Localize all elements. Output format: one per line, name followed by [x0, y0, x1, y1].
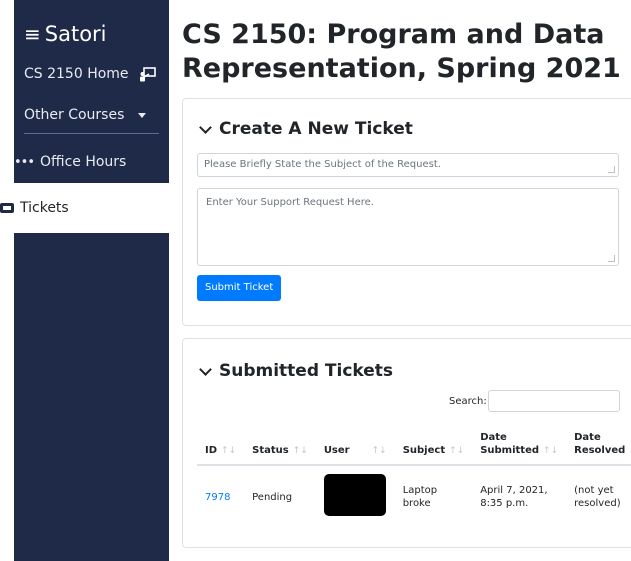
column-header-date-resolved[interactable]: Date Resolved↑↓: [566, 427, 631, 466]
tickets-table: ID ↑↓ Status ↑↓ User ↑↓ Subject ↑↓ Date Subm…: [197, 427, 631, 528]
sidebar: ≡ Satori CS 2150 Home Other Courses ••• O…: [14, 0, 169, 561]
ticket-subject: Laptop broke: [394, 464, 473, 528]
column-header-date-submitted[interactable]: Date Submitted ↑↓: [472, 427, 567, 466]
request-placeholder: Enter Your Support Request Here.: [206, 197, 374, 208]
card-title: Submitted Tickets: [219, 361, 394, 381]
sidebar-item-label: Office Hours: [40, 154, 127, 170]
ticket-icon: [0, 203, 14, 213]
search-label: Search:: [449, 396, 487, 407]
sidebar-item-course-home[interactable]: CS 2150 Home: [24, 66, 156, 82]
redacted-user: [323, 474, 386, 516]
search-input[interactable]: [488, 390, 620, 412]
sort-icon: ↑↓: [371, 446, 387, 456]
page-title: CS 2150: Program and Data Representation…: [182, 19, 621, 84]
sort-icon: ↑↓: [543, 446, 559, 456]
create-ticket-header[interactable]: Create A New Ticket: [198, 119, 413, 139]
table-row: 7978 Pending Laptop broke April 7, 2021,…: [197, 464, 631, 528]
submitted-tickets-card: Submitted Tickets Search: ID ↑↓ Status ↑↓ …: [182, 338, 631, 548]
chevron-down-icon: [199, 120, 212, 134]
ellipsis-icon: •••: [14, 154, 35, 170]
column-header-id[interactable]: ID ↑↓: [197, 427, 245, 466]
subject-input[interactable]: Please Briefly State the Subject of the …: [197, 153, 619, 177]
sidebar-item-label: CS 2150 Home: [24, 66, 129, 82]
request-textarea[interactable]: Enter Your Support Request Here.: [197, 188, 619, 266]
ticket-id-link[interactable]: 7978: [205, 492, 230, 503]
brand-label: Satori: [44, 22, 107, 46]
ticket-user-cell: [315, 464, 395, 528]
sidebar-item-label: Other Courses: [24, 107, 125, 123]
submitted-tickets-header[interactable]: Submitted Tickets: [198, 361, 393, 381]
ticket-date-resolved: (not yet resolved): [566, 464, 631, 528]
sidebar-divider: [24, 133, 159, 134]
sidebar-item-other-courses[interactable]: Other Courses: [24, 107, 147, 123]
resize-handle-icon[interactable]: [608, 255, 615, 262]
sort-icon: ↑↓: [221, 446, 237, 456]
submit-ticket-button[interactable]: Submit Ticket: [197, 275, 282, 301]
column-header-user[interactable]: User ↑↓: [315, 427, 395, 466]
brand[interactable]: ≡ Satori: [24, 22, 107, 46]
create-ticket-card: Create A New Ticket Please Briefly State…: [182, 98, 631, 326]
card-title: Create A New Ticket: [219, 119, 413, 139]
sidebar-item-office-hours[interactable]: ••• Office Hours: [14, 154, 126, 170]
sidebar-item-label: Tickets: [20, 200, 69, 216]
sidebar-item-tickets[interactable]: Tickets: [0, 183, 170, 233]
chalkboard-teacher-icon: [139, 66, 156, 82]
resize-handle-icon[interactable]: [608, 166, 615, 173]
column-header-subject[interactable]: Subject ↑↓: [394, 427, 473, 466]
column-header-status[interactable]: Status ↑↓: [244, 427, 316, 466]
subject-placeholder: Please Briefly State the Subject of the …: [204, 159, 441, 170]
chevron-down-icon: [199, 362, 212, 376]
caret-down-icon: [138, 112, 147, 118]
table-header-row: ID ↑↓ Status ↑↓ User ↑↓ Subject ↑↓ Date Subm…: [197, 427, 631, 466]
sort-icon: ↑↓: [449, 446, 465, 456]
ticket-date-submitted: April 7, 2021, 8:35 p.m.: [472, 464, 567, 528]
sort-icon: ↑↓: [292, 446, 308, 456]
ticket-id-cell: 7978: [197, 464, 245, 528]
hamburger-icon[interactable]: ≡: [24, 22, 41, 46]
ticket-status: Pending: [244, 464, 316, 528]
